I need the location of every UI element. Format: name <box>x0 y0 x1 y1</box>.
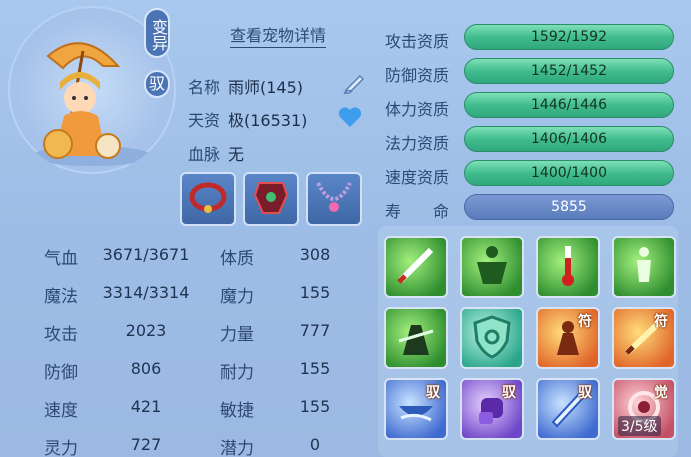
magic-power-label: 魔力 <box>220 287 254 307</box>
shadow-warrior-icon <box>391 311 441 365</box>
defense-value: 806 <box>130 359 162 378</box>
skill-slot-10[interactable]: 驭 <box>460 378 524 440</box>
jue-badge: 觉 <box>654 385 668 401</box>
blood-gauge-icon <box>543 240 593 294</box>
potential-label: 潜力 <box>220 439 254 457</box>
attack-value: 2023 <box>125 321 167 340</box>
endurance-label: 耐力 <box>220 363 254 383</box>
potential-value: 0 <box>309 435 321 454</box>
defense-label: 防御 <box>44 363 78 383</box>
speed-value: 421 <box>130 397 162 416</box>
lifespan-bar: 5855 <box>464 194 674 220</box>
hp-label: 气血 <box>44 249 78 269</box>
heart-icon[interactable] <box>338 106 362 132</box>
name-value: 雨师(145) <box>228 78 304 97</box>
talent-value: 极(16531) <box>228 111 308 130</box>
defense-aptitude-bar: 1452/1452 <box>464 58 674 84</box>
skill-slot-3[interactable] <box>536 236 600 298</box>
skill-slot-7[interactable]: 符 <box>536 307 600 369</box>
variant-tag: 变异 <box>144 8 170 58</box>
talent-label: 天资 <box>188 111 221 130</box>
spirit-label: 灵力 <box>44 439 78 457</box>
skill-level-badge: 3/5级 <box>618 416 661 436</box>
lifespan-label: 寿 命 <box>385 202 450 221</box>
attack-aptitude-label: 攻击资质 <box>385 32 450 51</box>
skill-slot-1[interactable] <box>384 236 448 298</box>
skill-slot-9[interactable]: 驭 <box>384 378 448 440</box>
yu-badge: 驭 <box>578 385 592 401</box>
strength-value: 777 <box>299 321 331 340</box>
sword-slash-icon <box>391 240 441 294</box>
mp-value: 3314/3314 <box>102 283 190 302</box>
blood-value: 无 <box>228 145 245 164</box>
yu-tag: 驭 <box>144 70 170 98</box>
magic-aptitude-value: 1406/1406 <box>531 131 607 147</box>
skill-slot-8[interactable]: 符 <box>612 307 676 369</box>
shield-icon <box>467 311 517 365</box>
magic-aptitude-label: 法力资质 <box>385 134 450 153</box>
attack-aptitude-bar: 1592/1592 <box>464 24 674 50</box>
skill-slot-5[interactable] <box>384 307 448 369</box>
strong-body-icon <box>467 240 517 294</box>
defense-aptitude-value: 1452/1452 <box>531 63 607 79</box>
skill-slot-4[interactable] <box>612 236 676 298</box>
spirit-figure-icon <box>619 240 669 294</box>
fu-badge: 符 <box>578 314 592 330</box>
agility-value: 155 <box>299 397 331 416</box>
hp-value: 3671/3671 <box>102 245 190 264</box>
equip-slot-collar[interactable] <box>180 172 236 226</box>
skill-slot-12[interactable]: 觉 3/5级 <box>612 378 676 440</box>
equip-slot-armor[interactable] <box>243 172 299 226</box>
view-pet-details-link[interactable]: 查看宠物详情 <box>230 22 327 48</box>
lifespan-value: 5855 <box>551 199 587 215</box>
collar-icon <box>186 177 230 221</box>
attack-label: 攻击 <box>44 325 78 345</box>
name-label: 名称 <box>188 78 221 97</box>
speed-aptitude-label: 速度资质 <box>385 168 450 187</box>
spirit-value: 727 <box>130 435 162 454</box>
stamina-aptitude-value: 1446/1446 <box>531 97 607 113</box>
edit-name-icon[interactable] <box>340 68 368 100</box>
skill-slot-11[interactable]: 驭 <box>536 378 600 440</box>
fu-badge: 符 <box>654 314 668 330</box>
magic-aptitude-bar: 1406/1406 <box>464 126 674 152</box>
endurance-value: 155 <box>299 359 331 378</box>
speed-aptitude-bar: 1400/1400 <box>464 160 674 186</box>
attack-aptitude-value: 1592/1592 <box>531 29 607 45</box>
skill-slot-2[interactable] <box>460 236 524 298</box>
agility-label: 敏捷 <box>220 401 254 421</box>
mp-label: 魔法 <box>44 287 78 307</box>
blood-label: 血脉 <box>188 145 221 164</box>
stamina-aptitude-bar: 1446/1446 <box>464 92 674 118</box>
stamina-aptitude-label: 体力资质 <box>385 100 450 119</box>
constitution-label: 体质 <box>220 249 254 269</box>
yu-badge: 驭 <box>502 385 516 401</box>
yu-badge: 驭 <box>426 385 440 401</box>
constitution-value: 308 <box>299 245 331 264</box>
strength-label: 力量 <box>220 325 254 345</box>
necklace-icon <box>312 175 356 223</box>
equip-slot-necklace[interactable] <box>306 172 362 226</box>
skill-slot-6[interactable] <box>460 307 524 369</box>
magic-power-value: 155 <box>299 283 331 302</box>
defense-aptitude-label: 防御资质 <box>385 66 450 85</box>
armor-icon <box>249 175 293 223</box>
speed-aptitude-value: 1400/1400 <box>531 165 607 181</box>
speed-label: 速度 <box>44 401 78 421</box>
